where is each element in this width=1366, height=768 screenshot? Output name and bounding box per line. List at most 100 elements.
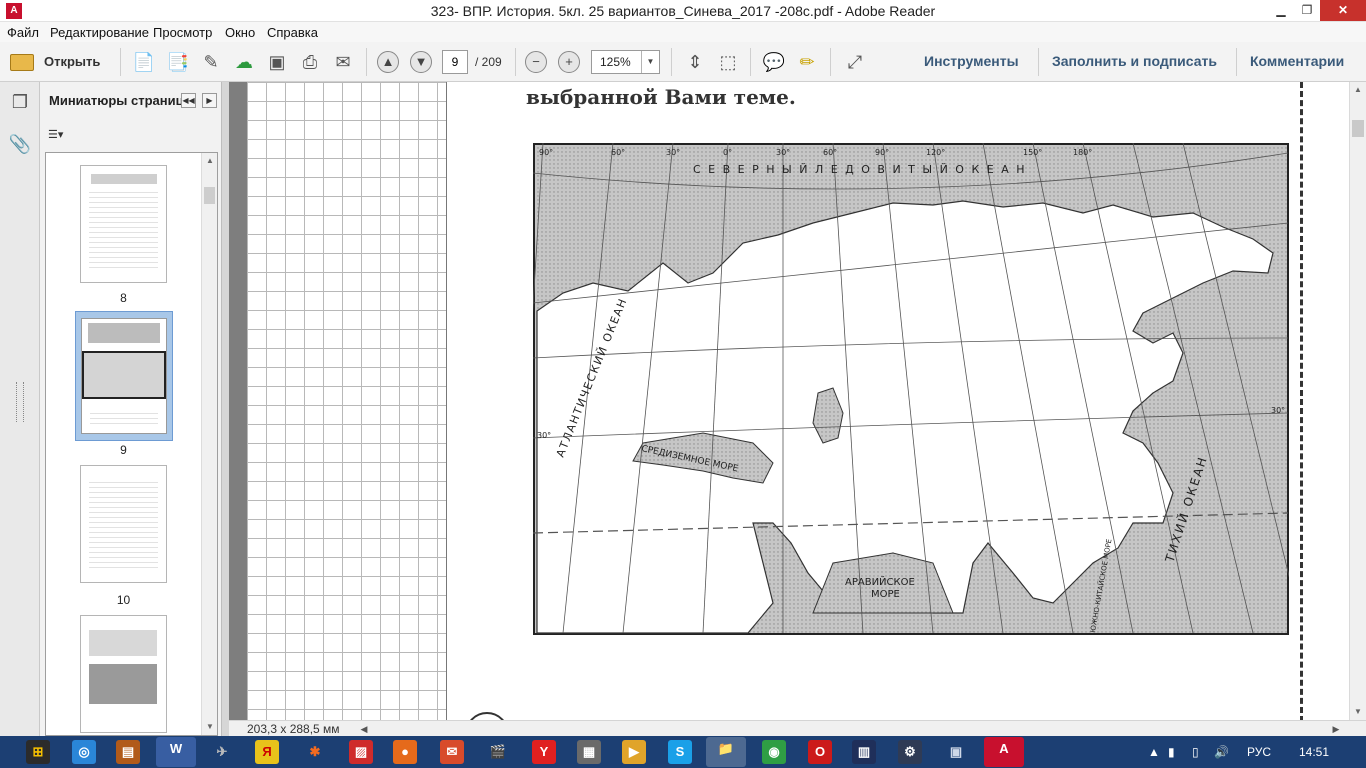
fit-page-icon[interactable]: ⇕ [683,50,707,74]
start-icon[interactable]: ⊞ [26,740,50,764]
thumbnail-selected[interactable] [75,311,173,441]
calculator-icon[interactable]: ▦ [577,740,601,764]
clock[interactable]: 14:51 [1299,745,1329,759]
panel-expand-button[interactable]: ▶ [202,93,217,108]
yandex-browser-icon[interactable]: Y [532,740,556,764]
pdf-page: выбранной Вами теме. 90° 60° 30° 0° 30° … [247,82,1349,720]
thumb-header [91,174,157,184]
tray-up-icon[interactable]: ▲ [1148,745,1160,759]
cloud-upload-icon[interactable]: ☁ [232,50,256,74]
comments-button[interactable]: Комментарии [1250,53,1344,69]
open-button[interactable]: Открыть [8,48,104,76]
adobe-reader-taskbar-icon[interactable]: A [984,737,1024,767]
scroll-left-icon[interactable]: ◀ [357,721,371,737]
menu-edit[interactable]: Редактирование [50,25,149,40]
page-number-input[interactable]: 9 [442,50,468,74]
panel-splitter[interactable] [222,82,229,736]
scroll-up-icon[interactable]: ▲ [202,153,217,169]
fullscreen-icon[interactable]: ⤢ [843,50,867,74]
firefox-icon[interactable]: ● [393,740,417,764]
edit-pdf-icon[interactable]: ✎ [199,50,223,74]
thumb-map [82,351,166,399]
menu-view[interactable]: Просмотр [153,25,212,40]
toolbar-separator [750,48,751,76]
toolbar: Открыть 📄 📑 ✎ ☁ ▣ ⎙ ✉ ▲ ▼ 9 / 209 − + 12… [0,42,1366,82]
lon-label: 60° [611,148,625,157]
contour-map: 90° 60° 30° 0° 30° 60° 90° 120° 150° 180… [512,142,1304,635]
highlight-icon[interactable]: ✏ [795,50,819,74]
lon-label: 30° [776,148,790,157]
explorer-icon[interactable]: 📁 [706,737,746,767]
media-player-icon[interactable]: ▶ [622,740,646,764]
menu-file[interactable]: Файл [7,25,39,40]
mail-icon[interactable]: ✉ [440,740,464,764]
document-viewer[interactable]: выбранной Вами теме. 90° 60° 30° 0° 30° … [229,82,1349,720]
network-icon[interactable]: ✱ [303,740,327,764]
thumbnail-label: 10 [116,593,131,607]
navigation-rail: ❐ 📎 [0,82,40,736]
lat-label: 30° [1271,406,1285,415]
thumbnails-list[interactable]: 8 9 10 ▲ ▼ [45,152,218,736]
lon-label: 150° [1023,148,1042,157]
thumbnail-page[interactable] [80,615,167,733]
opera-icon[interactable]: O [808,740,832,764]
close-button[interactable]: ✕ [1320,0,1366,21]
next-page-button[interactable]: ▼ [410,51,432,73]
attachments-icon[interactable]: 📎 [8,132,32,156]
steam-icon[interactable]: ⚙ [898,740,922,764]
thumb-lines [89,478,158,568]
word-icon[interactable]: W [156,737,196,767]
fill-sign-button[interactable]: Заполнить и подписать [1052,53,1217,69]
scroll-thumb[interactable] [1352,120,1364,137]
thumbnail-page[interactable] [80,465,167,583]
thumbnail-page[interactable] [80,165,167,283]
toolbar-separator [366,48,367,76]
scroll-up-icon[interactable]: ▲ [1350,82,1366,98]
document-scrollbar[interactable]: ▲ ▼ [1349,82,1366,720]
scroll-down-icon[interactable]: ▼ [202,719,217,735]
arabian-sea-label-1: АРАВИЙСКОЕ [845,575,915,588]
scroll-thumb[interactable] [204,187,215,204]
language-indicator[interactable]: РУС [1247,745,1271,759]
archive-icon[interactable]: ▤ [116,740,140,764]
previous-page-button[interactable]: ▲ [377,51,399,73]
zoom-out-button[interactable]: − [525,51,547,73]
chrome-icon[interactable]: ◉ [762,740,786,764]
options-icon[interactable]: ☰▾ [48,128,70,142]
page-thumbnails-icon[interactable]: ❐ [8,90,32,114]
tool-icon[interactable]: ✈ [210,740,234,764]
maximize-button[interactable]: ❐ [1294,0,1320,21]
email-icon[interactable]: ✉ [331,50,355,74]
signal-icon[interactable]: ▮ [1168,745,1175,759]
scroll-right-icon[interactable]: ▶ [1329,721,1343,737]
tools-button[interactable]: Инструменты [924,53,1019,69]
skype-icon[interactable]: S [668,740,692,764]
yandex-icon[interactable]: Я [255,740,279,764]
scroll-down-icon[interactable]: ▼ [1350,704,1366,720]
menu-window[interactable]: Окно [225,25,255,40]
network-manager-icon[interactable]: ▣ [944,740,968,764]
export-pdf-icon[interactable]: 📑 [166,50,190,74]
arabian-sea-label-2: МОРЕ [871,589,900,600]
battery-icon[interactable]: ▯ [1192,745,1199,759]
create-pdf-icon[interactable]: 📄 [132,50,156,74]
task-number-circle [465,712,509,720]
zoom-select[interactable]: 125% ▼ [591,50,660,74]
comment-icon[interactable]: 💬 [762,50,786,74]
print-icon[interactable]: ⎙ [298,50,322,74]
zoom-in-button[interactable]: + [558,51,580,73]
lon-label: 120° [926,148,945,157]
thumbnails-scrollbar[interactable]: ▲ ▼ [201,153,217,735]
video-icon[interactable]: 🎬 [486,740,510,764]
calendar-icon[interactable]: ▥ [852,740,876,764]
app-icon[interactable]: ◎ [72,740,96,764]
volume-icon[interactable]: 🔊 [1214,745,1229,759]
fit-width-icon[interactable]: ⬚ [716,50,740,74]
minimize-button[interactable]: ▁ [1268,0,1294,21]
presentation-icon[interactable]: ▨ [349,740,373,764]
toolbar-separator [1236,48,1237,76]
save-icon[interactable]: ▣ [265,50,289,74]
panel-collapse-button[interactable]: ◀◀ [181,93,196,108]
panel-grip[interactable] [16,382,24,422]
menu-help[interactable]: Справка [267,25,318,40]
